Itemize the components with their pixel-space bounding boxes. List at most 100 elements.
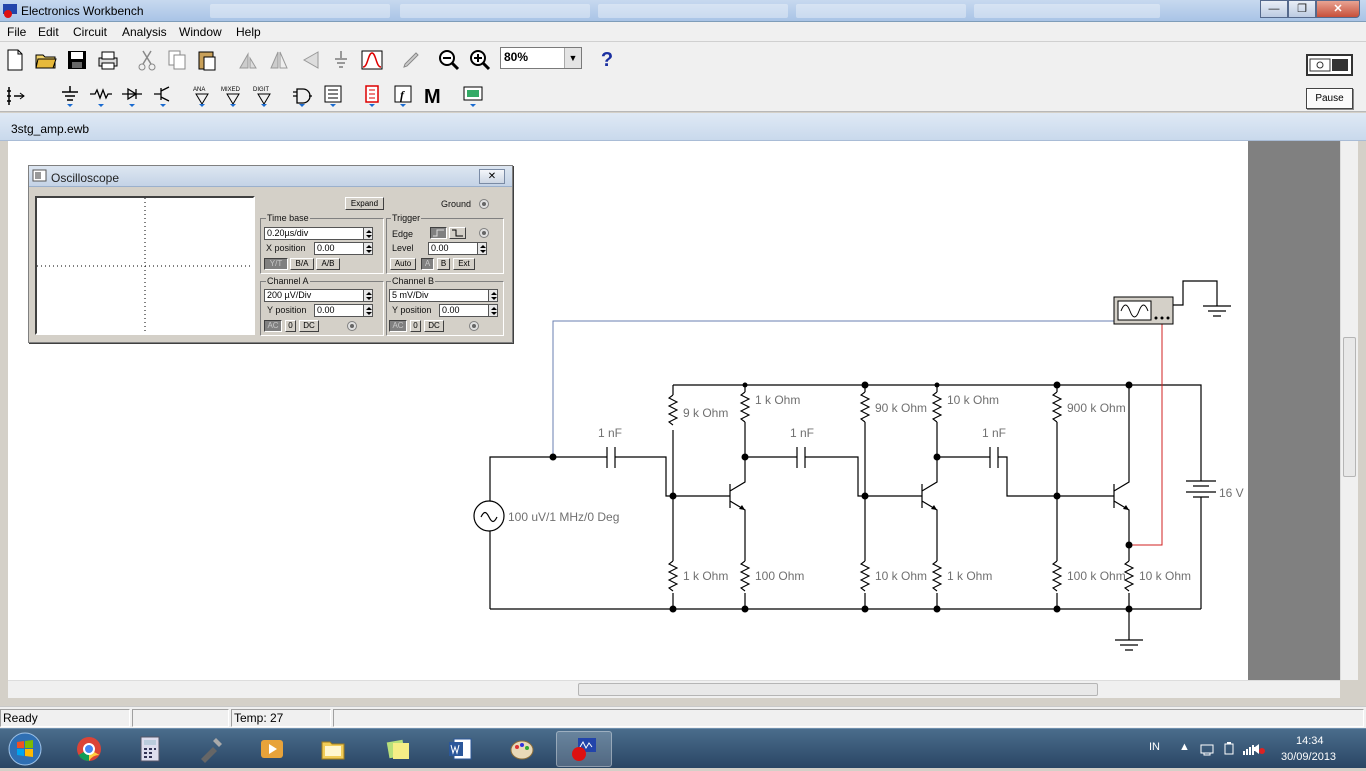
channel-b-y-spinner[interactable]	[488, 304, 498, 317]
resistor-label: 100 k Ohm	[1067, 569, 1126, 583]
time-base-value[interactable]: 0.20µs/div	[264, 227, 364, 240]
mode-yt-button[interactable]: Y/T	[264, 258, 288, 270]
oscilloscope-graticule	[37, 198, 253, 333]
status-ready: Ready	[0, 709, 130, 727]
x-position-input[interactable]: 0.00	[314, 242, 364, 255]
resistor-label: 100 Ohm	[755, 569, 804, 583]
trigger-ext-terminal[interactable]	[479, 228, 489, 238]
edge-falling-button[interactable]	[449, 227, 466, 239]
rising-edge-icon	[433, 229, 444, 237]
oscilloscope-screen	[35, 196, 255, 335]
resistor-label: 90 k Ohm	[875, 401, 927, 415]
mode-ab-button[interactable]: A/B	[316, 258, 340, 270]
start-button[interactable]	[4, 730, 46, 768]
channel-a-y-position[interactable]: 0.00	[314, 304, 364, 317]
channel-b-y-position-label: Y position	[392, 305, 432, 315]
channel-a-scale-spinner[interactable]	[363, 289, 373, 302]
status-temperature: Temp: 27	[231, 709, 331, 727]
level-input[interactable]: 0.00	[428, 242, 478, 255]
electronics-workbench-icon	[572, 738, 596, 761]
trigger-a-button[interactable]: A	[421, 258, 434, 270]
task-paint[interactable]	[494, 731, 550, 767]
oscilloscope-close-button[interactable]: ✕	[479, 169, 505, 184]
chevron-up-icon[interactable]: ▲	[1179, 741, 1190, 753]
circuit-schematic: 100 uV/1 MHz/0 Deg 1 nF 1 nF 1 nF 9 k Oh…	[473, 280, 1244, 651]
language-indicator[interactable]: IN	[1149, 741, 1160, 753]
channel-a-dc-button[interactable]: DC	[299, 320, 319, 332]
channel-b-ac-button[interactable]: AC	[389, 320, 407, 332]
source-label: 100 uV/1 MHz/0 Deg	[508, 510, 619, 524]
folder-icon	[321, 741, 345, 760]
task-chrome[interactable]	[61, 731, 117, 767]
task-media-player[interactable]	[244, 731, 300, 767]
task-file-explorer[interactable]	[305, 731, 361, 767]
status-bar: Ready Temp: 27	[0, 706, 1366, 728]
trigger-ext-button[interactable]: Ext	[453, 258, 475, 270]
media-player-icon	[261, 740, 283, 758]
status-empty	[333, 709, 1364, 727]
cap-label: 1 nF	[598, 426, 622, 440]
channel-b-terminal[interactable]	[469, 321, 479, 331]
channel-b-zero-button[interactable]: 0	[410, 320, 421, 332]
task-calculator[interactable]	[122, 731, 178, 767]
time-base-spinner[interactable]	[363, 227, 373, 240]
resistor-label: 10 k Ohm	[875, 569, 927, 583]
x-position-label: X position	[266, 243, 306, 253]
channel-a-ac-button[interactable]: AC	[264, 320, 282, 332]
x-position-spinner[interactable]	[363, 242, 373, 255]
level-label: Level	[392, 243, 414, 253]
resistor-label: 1 k Ohm	[683, 569, 728, 583]
paint-icon	[510, 740, 534, 760]
channel-b-dc-button[interactable]: DC	[424, 320, 444, 332]
word-icon	[449, 738, 472, 760]
resistor-label: 1 k Ohm	[947, 569, 992, 583]
oscilloscope-icon	[32, 169, 47, 182]
resistor-label: 9 k Ohm	[683, 406, 728, 420]
edge-label: Edge	[392, 229, 414, 239]
resistor-label: 900 k Ohm	[1067, 401, 1126, 415]
task-tools[interactable]	[183, 731, 239, 767]
channel-b-y-position[interactable]: 0.00	[439, 304, 489, 317]
expand-button[interactable]: Expand	[345, 197, 384, 210]
clock-time[interactable]: 14:34	[1296, 735, 1324, 747]
volume-muted-icon[interactable]	[1250, 742, 1266, 756]
power-icon[interactable]	[1222, 742, 1236, 756]
trigger-b-button[interactable]: B	[437, 258, 450, 270]
task-electronics-workbench[interactable]	[556, 731, 612, 767]
channel-a-y-spinner[interactable]	[363, 304, 373, 317]
action-center-icon[interactable]	[1200, 742, 1214, 756]
channel-a-scale[interactable]: 200 µV/Div	[264, 289, 364, 302]
oscilloscope-panel: Oscilloscope ✕ Expand Ground Time base 0…	[28, 165, 513, 343]
trigger-title: Trigger	[391, 213, 422, 223]
edge-rising-button[interactable]	[430, 227, 447, 239]
channel-a-zero-button[interactable]: 0	[285, 320, 296, 332]
mode-ba-button[interactable]: B/A	[290, 258, 314, 270]
battery-label: 16 V	[1219, 486, 1244, 500]
resistor-label: 10 k Ohm	[947, 393, 999, 407]
chrome-icon	[77, 737, 101, 761]
oscilloscope-title: Oscilloscope	[51, 171, 120, 185]
trigger-auto-button[interactable]: Auto	[390, 258, 416, 270]
oscilloscope-instrument[interactable]	[1113, 296, 1174, 325]
ground-label: Ground	[441, 199, 472, 209]
falling-edge-icon	[452, 229, 463, 237]
oscilloscope-title-bar[interactable]: Oscilloscope ✕	[29, 166, 512, 187]
ground-terminal[interactable]	[479, 199, 489, 209]
channel-b-scale-spinner[interactable]	[488, 289, 498, 302]
task-sticky-notes[interactable]	[370, 731, 426, 767]
cap-label: 1 nF	[790, 426, 814, 440]
level-spinner[interactable]	[477, 242, 487, 255]
channel-a-title: Channel A	[266, 276, 310, 286]
channel-b-scale[interactable]: 5 mV/Div	[389, 289, 489, 302]
clock-date[interactable]: 30/09/2013	[1281, 751, 1336, 763]
calculator-icon	[140, 736, 160, 762]
resistor-label: 10 k Ohm	[1139, 569, 1191, 583]
channel-a-terminal[interactable]	[347, 321, 357, 331]
status-empty	[132, 709, 229, 727]
sticky-notes-icon	[386, 739, 409, 759]
resistor-label: 1 k Ohm	[755, 393, 800, 407]
windows-start-icon	[8, 732, 42, 766]
task-word[interactable]	[432, 731, 488, 767]
channel-a-y-position-label: Y position	[267, 305, 307, 315]
channel-b-title: Channel B	[391, 276, 436, 286]
